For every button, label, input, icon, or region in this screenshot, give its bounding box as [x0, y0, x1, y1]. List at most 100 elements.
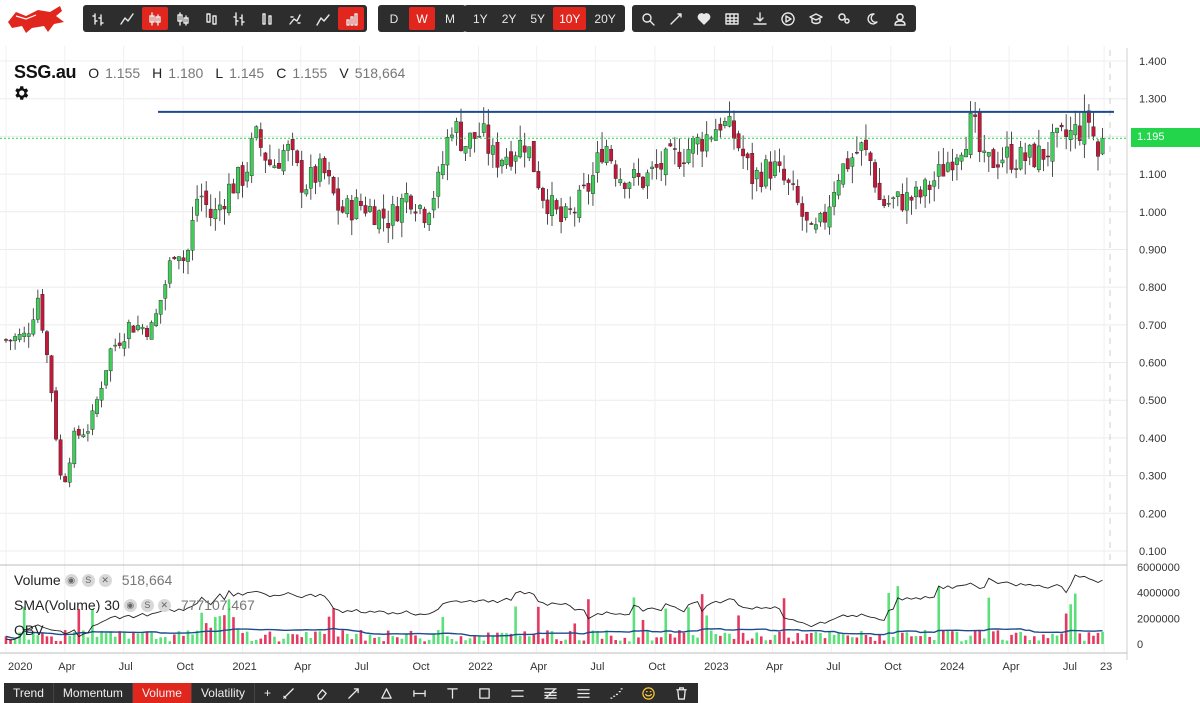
candle-up[interactable]	[650, 161, 655, 180]
candle-down[interactable]	[531, 140, 536, 173]
ticker-symbol[interactable]: SSG.au	[14, 62, 77, 83]
candle-up[interactable]	[22, 326, 27, 343]
settings-button[interactable]	[831, 7, 857, 30]
candle-up[interactable]	[986, 151, 991, 172]
candle-down[interactable]	[823, 203, 827, 230]
candle-up[interactable]	[140, 323, 145, 335]
candle-up[interactable]	[399, 193, 404, 238]
candle-up[interactable]	[686, 137, 691, 165]
candle-up[interactable]	[245, 162, 250, 188]
remove-icon[interactable]: ✕	[98, 573, 112, 587]
candle-down[interactable]	[1077, 111, 1082, 146]
candle-up[interactable]	[199, 183, 204, 212]
candle-up[interactable]	[308, 154, 313, 200]
candle-down[interactable]	[313, 164, 318, 195]
candle-up[interactable]	[158, 300, 163, 324]
candle-down[interactable]	[49, 354, 54, 402]
candle-down[interactable]	[413, 204, 418, 222]
candle-down[interactable]	[258, 122, 263, 157]
candle-down[interactable]	[181, 250, 186, 274]
candle-up[interactable]	[72, 427, 77, 468]
candle-up[interactable]	[841, 163, 846, 188]
candle-up[interactable]	[663, 147, 668, 186]
candle-up[interactable]	[436, 166, 441, 209]
candle-down[interactable]	[745, 152, 750, 171]
candle-down[interactable]	[682, 148, 686, 177]
candle-up[interactable]	[113, 338, 118, 352]
candle-down[interactable]	[641, 175, 645, 190]
candle-down[interactable]	[950, 148, 955, 181]
candle-down[interactable]	[509, 140, 513, 171]
candle-up[interactable]	[513, 151, 518, 174]
user-button[interactable]	[887, 7, 913, 30]
candle-up[interactable]	[95, 396, 99, 418]
channel-tool[interactable]	[575, 685, 591, 701]
candle-down[interactable]	[900, 183, 905, 212]
candle-down[interactable]	[877, 168, 882, 200]
candle-down[interactable]	[654, 149, 659, 180]
candle-down[interactable]	[559, 198, 564, 234]
text-tool[interactable]	[444, 685, 460, 701]
candle-down[interactable]	[372, 199, 377, 226]
candle-up[interactable]	[504, 148, 509, 169]
arrow-tool[interactable]	[346, 685, 362, 701]
candle-down[interactable]	[759, 162, 764, 193]
candle-down[interactable]	[809, 221, 814, 225]
search-button[interactable]	[635, 7, 661, 30]
candle-down[interactable]	[777, 148, 782, 173]
range-button-20y[interactable]: 20Y	[588, 7, 621, 30]
price-chart[interactable]: 0.100 0.200 0.300 0.400 0.500 0.600 0.700 0.800…	[0, 36, 1200, 683]
emoji-tool[interactable]	[641, 685, 657, 701]
candle-down[interactable]	[8, 339, 13, 351]
candle-down[interactable]	[4, 338, 8, 343]
candle-down[interactable]	[295, 149, 300, 167]
candle-up[interactable]	[691, 135, 695, 168]
candle-up[interactable]	[126, 319, 131, 349]
candle-up[interactable]	[154, 308, 159, 328]
candle-down[interactable]	[541, 186, 545, 209]
compare-button[interactable]	[663, 7, 689, 30]
candle-up[interactable]	[227, 173, 231, 216]
rectangle-tool[interactable]	[477, 685, 493, 701]
candle-up[interactable]	[368, 198, 372, 213]
candle-down[interactable]	[800, 196, 805, 231]
candle-up[interactable]	[905, 177, 909, 224]
candle-up[interactable]	[723, 117, 727, 129]
period-button-w[interactable]: W	[409, 7, 435, 30]
candle-up[interactable]	[550, 181, 554, 227]
candle-up[interactable]	[463, 146, 468, 162]
period-button-m[interactable]: M	[437, 7, 463, 30]
candle-up[interactable]	[431, 190, 436, 219]
candle-down[interactable]	[668, 139, 673, 147]
eraser-tool[interactable]	[313, 685, 329, 701]
candle-down[interactable]	[700, 131, 705, 168]
candle-down[interactable]	[718, 117, 723, 138]
measure-tool[interactable]	[411, 685, 427, 701]
candle-down[interactable]	[131, 324, 136, 333]
candle-down[interactable]	[172, 255, 177, 260]
candle-down[interactable]	[1096, 138, 1100, 171]
candle-up[interactable]	[281, 144, 286, 175]
candle-up[interactable]	[490, 139, 495, 168]
candle-down[interactable]	[622, 181, 627, 199]
candle-up[interactable]	[249, 132, 254, 183]
dark-mode-button[interactable]	[859, 7, 885, 30]
candle-down[interactable]	[54, 386, 58, 442]
candle-up[interactable]	[1000, 147, 1005, 168]
candle-up[interactable]	[1050, 123, 1055, 177]
candle-up[interactable]	[176, 256, 181, 270]
candle-down[interactable]	[873, 159, 877, 193]
period-button-d[interactable]: D	[381, 7, 407, 30]
candle-up[interactable]	[390, 195, 395, 240]
chart-type-button-candle-volume[interactable]	[198, 7, 224, 30]
candle-up[interactable]	[968, 101, 973, 159]
candle-down[interactable]	[581, 172, 586, 189]
candle-up[interactable]	[450, 127, 454, 142]
candle-down[interactable]	[572, 207, 577, 227]
candle-up[interactable]	[213, 197, 218, 231]
candle-up[interactable]	[85, 424, 90, 442]
candle-up[interactable]	[1027, 143, 1032, 166]
candle-down[interactable]	[395, 196, 400, 223]
candle-down[interactable]	[277, 148, 281, 169]
chart-type-button-candlestick[interactable]	[142, 7, 168, 30]
